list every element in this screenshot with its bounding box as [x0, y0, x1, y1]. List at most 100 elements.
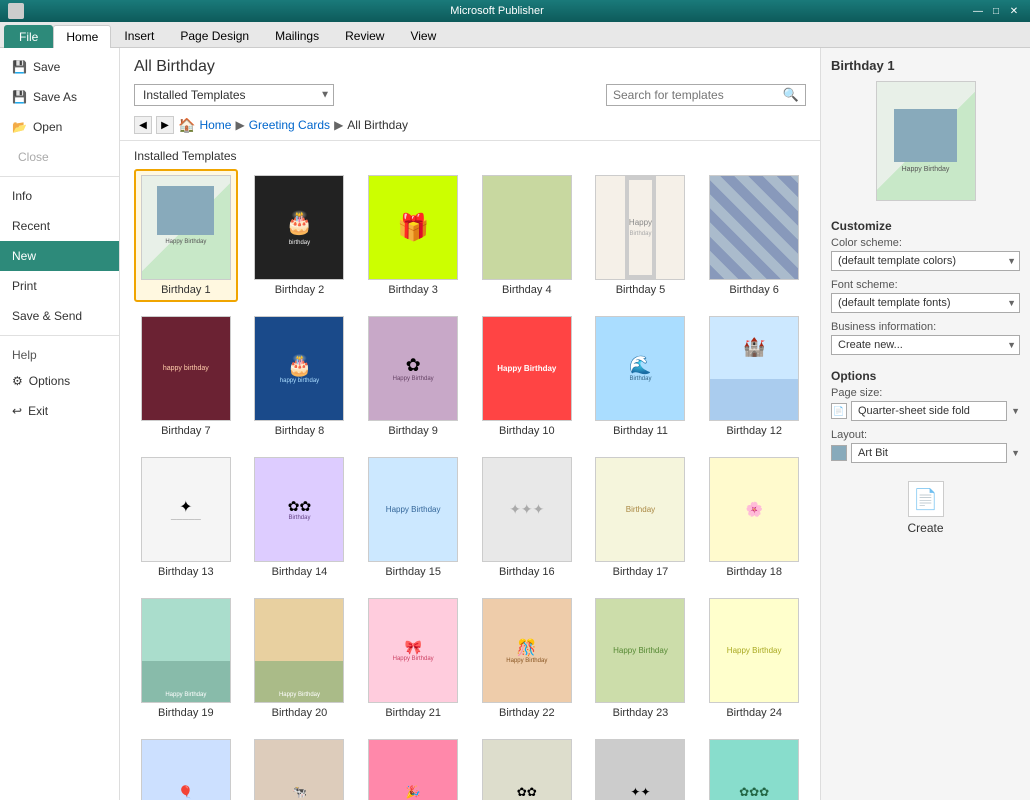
- template-thumb-7: happy birthday: [141, 316, 231, 421]
- template-birthday-20[interactable]: Happy Birthday Birthday 20: [248, 592, 352, 725]
- breadcrumb-home[interactable]: Home: [199, 118, 231, 132]
- template-birthday-3[interactable]: 🎁 Birthday 3: [361, 169, 465, 302]
- layout-select[interactable]: Art Bit: [851, 443, 1007, 463]
- tab-view[interactable]: View: [397, 24, 449, 47]
- template-birthday-5[interactable]: Happy Birthday Birthday 5: [589, 169, 693, 302]
- template-thumb-22: 🎊 Happy Birthday: [482, 598, 572, 703]
- template-label-12: Birthday 12: [726, 425, 782, 437]
- sidebar-item-info[interactable]: Info: [0, 181, 119, 211]
- template-label-3: Birthday 3: [388, 284, 438, 296]
- page-size-select[interactable]: Quarter-sheet side fold: [851, 401, 1007, 421]
- template-birthday-29[interactable]: ✦✦ Birthday 29: [589, 733, 693, 800]
- sidebar-item-recent[interactable]: Recent: [0, 211, 119, 241]
- template-thumb-29: ✦✦: [595, 739, 685, 800]
- template-label-16: Birthday 16: [499, 566, 555, 578]
- forward-button[interactable]: ▶: [156, 116, 174, 134]
- breadcrumb-sep-1: ▶: [235, 118, 244, 132]
- title-bar-left: [8, 3, 24, 19]
- template-label-23: Birthday 23: [613, 707, 669, 719]
- maximize-button[interactable]: □: [988, 4, 1004, 18]
- minimize-button[interactable]: —: [970, 4, 986, 18]
- tab-file[interactable]: File: [4, 25, 53, 48]
- tab-review[interactable]: Review: [332, 24, 397, 47]
- template-birthday-23[interactable]: Happy Birthday Birthday 23: [589, 592, 693, 725]
- sidebar-item-exit[interactable]: ↩ Exit: [0, 396, 119, 426]
- template-birthday-28[interactable]: ✿✿ Birthday 28: [475, 733, 579, 800]
- templates-area: Installed Templates Happy Birthday Birth…: [120, 141, 820, 800]
- template-label-7: Birthday 7: [161, 425, 211, 437]
- page-size-icon: 📄: [831, 403, 847, 419]
- section-label: Installed Templates: [120, 141, 820, 169]
- template-label-17: Birthday 17: [613, 566, 669, 578]
- template-birthday-27[interactable]: 🎉 Birthday 27: [361, 733, 465, 800]
- template-birthday-1[interactable]: Happy Birthday Birthday 1: [134, 169, 238, 302]
- sidebar-item-save[interactable]: 💾 Save: [0, 52, 119, 82]
- sidebar-item-options[interactable]: ⚙ Options: [0, 366, 119, 396]
- template-birthday-12[interactable]: 🏰 Birthday 12: [702, 310, 806, 443]
- template-thumb-11: 🌊 Birthday: [595, 316, 685, 421]
- template-birthday-4[interactable]: Birthday 4: [475, 169, 579, 302]
- template-thumb-25: 🎈: [141, 739, 231, 800]
- template-birthday-15[interactable]: Happy Birthday Birthday 15: [361, 451, 465, 584]
- template-birthday-6[interactable]: Birthday 6: [702, 169, 806, 302]
- template-birthday-22[interactable]: 🎊 Happy Birthday Birthday 22: [475, 592, 579, 725]
- template-birthday-30[interactable]: ✿✿✿ Birthday 30: [702, 733, 806, 800]
- template-birthday-8[interactable]: 🎂 happy birthday Birthday 8: [248, 310, 352, 443]
- page-size-arrow-icon: ▼: [1011, 406, 1020, 416]
- template-birthday-14[interactable]: ✿✿ Birthday Birthday 14: [248, 451, 352, 584]
- template-birthday-26[interactable]: 🐄 Birthday 26: [248, 733, 352, 800]
- options-section-title: Options: [831, 369, 1020, 383]
- template-birthday-10[interactable]: Happy Birthday Birthday 10: [475, 310, 579, 443]
- preview-thumb: Happy Birthday: [876, 81, 976, 201]
- template-label-24: Birthday 24: [726, 707, 782, 719]
- template-source-select-wrapper: Installed Templates Online Templates ▼: [134, 84, 334, 106]
- sidebar-item-save-send[interactable]: Save & Send: [0, 301, 119, 331]
- sidebar-section-help: Help: [0, 340, 119, 366]
- template-thumb-21: 🎀 Happy Birthday: [368, 598, 458, 703]
- tab-mailings[interactable]: Mailings: [262, 24, 332, 47]
- font-scheme-select[interactable]: (default template fonts): [831, 293, 1020, 313]
- template-label-1: Birthday 1: [161, 284, 211, 296]
- template-birthday-2[interactable]: 🎂 birthday Birthday 2: [248, 169, 352, 302]
- thumb-text-1: Happy Birthday: [142, 239, 230, 245]
- breadcrumb-greeting-cards[interactable]: Greeting Cards: [249, 118, 330, 132]
- template-birthday-24[interactable]: Happy Birthday Birthday 24: [702, 592, 806, 725]
- tab-home[interactable]: Home: [53, 25, 111, 48]
- sidebar-item-new[interactable]: New: [0, 241, 119, 271]
- template-thumb-20: Happy Birthday: [254, 598, 344, 703]
- font-scheme-select-wrap: (default template fonts) ▼: [831, 293, 1020, 313]
- template-label-5: Birthday 5: [616, 284, 666, 296]
- template-source-select[interactable]: Installed Templates Online Templates: [134, 84, 334, 106]
- template-label-18: Birthday 18: [726, 566, 782, 578]
- content-area: All Birthday Installed Templates Online …: [120, 48, 820, 800]
- template-label-6: Birthday 6: [729, 284, 779, 296]
- template-birthday-13[interactable]: ✦ ————— Birthday 13: [134, 451, 238, 584]
- template-thumb-19: Happy Birthday: [141, 598, 231, 703]
- template-birthday-17[interactable]: Birthday Birthday 17: [589, 451, 693, 584]
- sidebar-item-close[interactable]: Close: [0, 142, 119, 172]
- sidebar-item-open[interactable]: 📂 Open: [0, 112, 119, 142]
- template-birthday-19[interactable]: Happy Birthday Birthday 19: [134, 592, 238, 725]
- sidebar-item-print[interactable]: Print: [0, 271, 119, 301]
- template-birthday-16[interactable]: ✦✦✦ Birthday 16: [475, 451, 579, 584]
- tab-insert[interactable]: Insert: [111, 24, 167, 47]
- back-button[interactable]: ◀: [134, 116, 152, 134]
- create-button[interactable]: 📄 Create: [831, 481, 1020, 535]
- template-birthday-9[interactable]: ✿ Happy Birthday Birthday 9: [361, 310, 465, 443]
- search-input[interactable]: [613, 88, 783, 102]
- search-button[interactable]: 🔍: [783, 87, 799, 103]
- open-icon: 📂: [12, 120, 27, 134]
- close-button[interactable]: ✕: [1006, 4, 1022, 18]
- template-birthday-7[interactable]: happy birthday Birthday 7: [134, 310, 238, 443]
- template-birthday-11[interactable]: 🌊 Birthday Birthday 11: [589, 310, 693, 443]
- templates-grid-container[interactable]: Happy Birthday Birthday 1 🎂 birthday: [120, 169, 820, 800]
- color-scheme-select[interactable]: (default template colors): [831, 251, 1020, 271]
- search-box: 🔍: [606, 84, 806, 106]
- business-info-select[interactable]: Create new...: [831, 335, 1020, 355]
- tab-page-design[interactable]: Page Design: [167, 24, 262, 47]
- template-birthday-21[interactable]: 🎀 Happy Birthday Birthday 21: [361, 592, 465, 725]
- sidebar-item-save-as[interactable]: 💾 Save As: [0, 82, 119, 112]
- template-birthday-18[interactable]: 🌸 Birthday 18: [702, 451, 806, 584]
- create-label: Create: [907, 521, 943, 535]
- template-birthday-25[interactable]: 🎈 Birthday 25: [134, 733, 238, 800]
